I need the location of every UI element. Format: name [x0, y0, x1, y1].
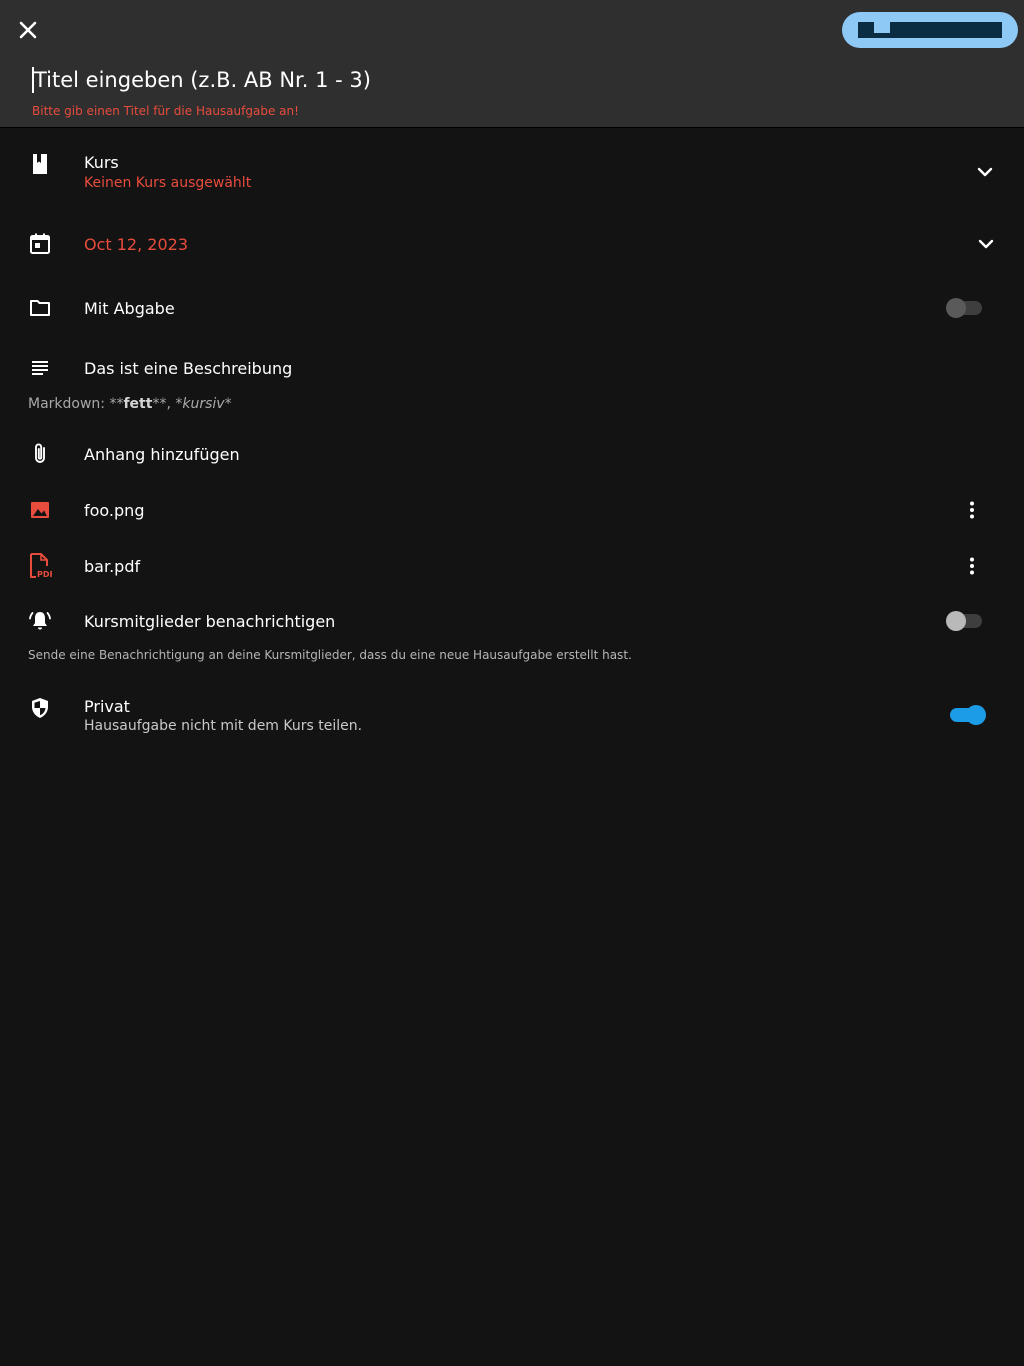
submission-row[interactable]: Mit Abgabe — [0, 284, 1024, 332]
course-value: Keinen Kurs ausgewählt — [84, 175, 252, 191]
chevron-down-icon[interactable] — [974, 161, 996, 183]
markdown-hint-middle: **, * — [152, 396, 183, 412]
course-selector[interactable]: Kurs Keinen Kurs ausgewählt — [0, 140, 1024, 204]
notify-row[interactable]: Kursmitglieder benachrichtigen — [0, 598, 1024, 646]
markdown-hint-suffix: * — [224, 396, 232, 412]
toggle-thumb — [946, 611, 966, 631]
course-label: Kurs — [84, 153, 119, 172]
submission-label: Mit Abgabe — [84, 299, 175, 318]
markdown-hint-prefix: Markdown: ** — [28, 396, 124, 412]
description-field[interactable]: Das ist eine Beschreibung — [0, 344, 1024, 392]
app-bar: Bitte gib einen Titel für die Hausaufgab… — [0, 0, 1024, 128]
private-toggle[interactable] — [948, 704, 988, 726]
folder-icon — [30, 300, 50, 316]
toggle-thumb — [966, 705, 986, 725]
save-button[interactable] — [842, 12, 1018, 48]
more-vert-icon[interactable] — [960, 554, 984, 578]
paperclip-icon — [35, 443, 45, 463]
svg-text:PDF: PDF — [37, 570, 52, 579]
submission-toggle[interactable] — [946, 297, 984, 319]
description-text: Das ist eine Beschreibung — [84, 359, 293, 378]
attachment-item[interactable]: foo.png — [0, 486, 1024, 534]
calendar-icon — [30, 233, 50, 254]
notify-hint: Sende eine Benachrichtigung an deine Kur… — [28, 648, 632, 662]
toggle-thumb — [946, 298, 966, 318]
image-icon — [31, 502, 49, 518]
more-vert-icon[interactable] — [960, 498, 984, 522]
due-date-selector[interactable]: Oct 12, 2023 — [0, 216, 1024, 272]
save-button-label-highlight — [874, 22, 890, 33]
pdf-icon: PDF — [30, 553, 52, 579]
notification-bell-icon — [29, 612, 51, 630]
chevron-down-icon[interactable] — [975, 233, 997, 255]
due-date-value: Oct 12, 2023 — [84, 235, 188, 254]
private-row[interactable]: Privat Hausaufgabe nicht mit dem Kurs te… — [0, 684, 1024, 748]
shield-icon — [32, 698, 48, 718]
book-icon — [33, 154, 47, 174]
attachment-name: bar.pdf — [84, 557, 141, 576]
notify-label: Kursmitglieder benachrichtigen — [84, 612, 336, 631]
private-sub: Hausaufgabe nicht mit dem Kurs teilen. — [84, 718, 363, 734]
attachment-name: foo.png — [84, 501, 145, 520]
title-input[interactable] — [32, 64, 932, 96]
markdown-italic-example: kursiv — [182, 396, 225, 412]
close-icon — [19, 21, 37, 39]
markdown-bold-example: fett — [123, 396, 153, 412]
title-error-text: Bitte gib einen Titel für die Hausaufgab… — [32, 104, 299, 118]
close-button[interactable] — [14, 16, 42, 44]
notes-icon — [32, 361, 48, 375]
add-attachment-button[interactable]: Anhang hinzufügen — [0, 428, 1024, 480]
notify-toggle[interactable] — [946, 610, 984, 632]
text-cursor — [32, 67, 34, 93]
add-attachment-label: Anhang hinzufügen — [84, 445, 240, 464]
markdown-hint: Markdown: **fett**, *kursiv* — [28, 396, 232, 412]
attachment-item[interactable]: PDF bar.pdf — [0, 542, 1024, 590]
private-label: Privat — [84, 697, 130, 716]
